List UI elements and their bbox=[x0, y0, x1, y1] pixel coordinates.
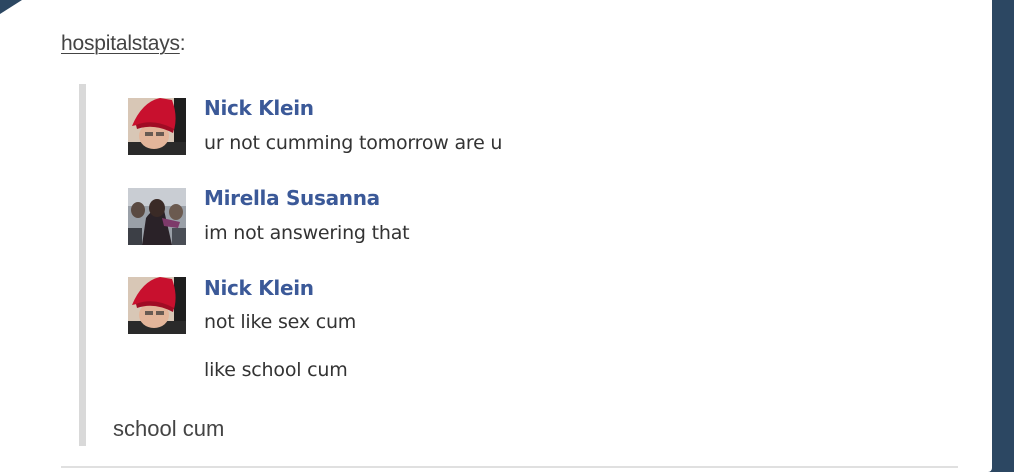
red-hat-avatar[interactable] bbox=[128, 98, 186, 155]
message-author[interactable]: Nick Klein bbox=[204, 276, 314, 300]
reblog-comment: school cum bbox=[113, 416, 225, 441]
message-author[interactable]: Nick Klein bbox=[204, 96, 314, 120]
group-photo-avatar[interactable] bbox=[128, 188, 186, 245]
message-text: im not answering that bbox=[204, 222, 410, 244]
message-text: like school cum bbox=[204, 359, 348, 381]
message-text: ur not cumming tomorrow are u bbox=[204, 132, 503, 154]
message-text: not like sex cum bbox=[204, 311, 357, 333]
red-hat-avatar[interactable] bbox=[128, 277, 186, 334]
blockquote-bar bbox=[79, 84, 86, 446]
reblog-username-link[interactable]: hospitalstays bbox=[61, 32, 180, 55]
reblog-colon: : bbox=[179, 32, 186, 55]
post-card: hospitalstays: Nick Klein ur not cumming… bbox=[0, 0, 992, 472]
post-divider bbox=[61, 466, 958, 468]
reblog-source: hospitalstays: bbox=[61, 32, 186, 56]
message-author[interactable]: Mirella Susanna bbox=[204, 186, 380, 210]
corner-fold bbox=[0, 0, 22, 14]
